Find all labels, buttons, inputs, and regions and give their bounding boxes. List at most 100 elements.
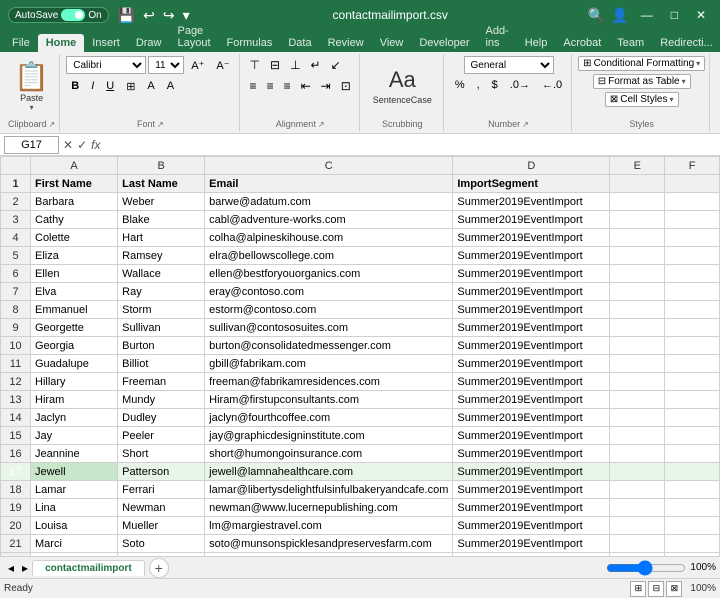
table-row[interactable]: 8EmmanuelStormestorm@contoso.comSummer20… xyxy=(1,301,720,319)
cell-7-D[interactable]: Summer2019EventImport xyxy=(453,283,610,301)
cell-19-D[interactable]: Summer2019EventImport xyxy=(453,499,610,517)
cell-1-C[interactable]: Email xyxy=(205,175,453,193)
wrap-text-button[interactable]: ↵ xyxy=(307,56,325,74)
cell-18-F[interactable] xyxy=(665,481,720,499)
tab-home[interactable]: Home xyxy=(38,34,85,52)
row-number-5[interactable]: 5 xyxy=(1,247,31,265)
cell-8-D[interactable]: Summer2019EventImport xyxy=(453,301,610,319)
cell-15-F[interactable] xyxy=(665,427,720,445)
cell-6-D[interactable]: Summer2019EventImport xyxy=(453,265,610,283)
cell-6-E[interactable] xyxy=(610,265,665,283)
cell-10-D[interactable]: Summer2019EventImport xyxy=(453,337,610,355)
conditional-formatting-button[interactable]: ⊞ Conditional Formatting ▾ xyxy=(578,56,705,71)
cell-13-F[interactable] xyxy=(665,391,720,409)
row-number-11[interactable]: 11 xyxy=(1,355,31,373)
add-sheet-button[interactable]: + xyxy=(149,558,169,578)
cell-19-C[interactable]: newman@www.lucernepublishing.com xyxy=(205,499,453,517)
page-break-view-btn[interactable]: ⊠ xyxy=(666,581,682,597)
orientation-button[interactable]: ↙ xyxy=(327,56,345,74)
tab-add-ins[interactable]: Add-ins xyxy=(477,22,516,52)
cell-ref-input[interactable] xyxy=(4,136,59,154)
table-row[interactable]: 19LinaNewmannewman@www.lucernepublishing… xyxy=(1,499,720,517)
row-number-3[interactable]: 3 xyxy=(1,211,31,229)
cell-2-C[interactable]: barwe@adatum.com xyxy=(205,193,453,211)
tab-data[interactable]: Data xyxy=(280,34,319,52)
minimize-button[interactable]: — xyxy=(635,6,659,24)
cell-21-E[interactable] xyxy=(610,535,665,553)
cells-button[interactable]: ⊞ Cells xyxy=(716,67,720,106)
format-as-table-button[interactable]: ⊟ Format as Table ▾ xyxy=(593,74,691,89)
table-row[interactable]: 16JeannineShortshort@humongoinsurance.co… xyxy=(1,445,720,463)
cell-10-E[interactable] xyxy=(610,337,665,355)
cell-12-B[interactable]: Freeman xyxy=(118,373,205,391)
cell-22-E[interactable] xyxy=(610,553,665,557)
scroll-tabs-left[interactable]: ◂ xyxy=(4,559,18,577)
row-number-13[interactable]: 13 xyxy=(1,391,31,409)
cell-2-D[interactable]: Summer2019EventImport xyxy=(453,193,610,211)
row-number-10[interactable]: 10 xyxy=(1,337,31,355)
cell-1-E[interactable] xyxy=(610,175,665,193)
cell-8-C[interactable]: estorm@contoso.com xyxy=(205,301,453,319)
cell-7-E[interactable] xyxy=(610,283,665,301)
cell-11-A[interactable]: Guadalupe xyxy=(31,355,118,373)
row-number-4[interactable]: 4 xyxy=(1,229,31,247)
cell-21-C[interactable]: soto@munsonspicklesandpreservesfarm.com xyxy=(205,535,453,553)
row-number-15[interactable]: 15 xyxy=(1,427,31,445)
font-expand-icon[interactable]: ↗ xyxy=(157,120,164,129)
cell-5-C[interactable]: elra@bellowscollege.com xyxy=(205,247,453,265)
cell-18-A[interactable]: Lamar xyxy=(31,481,118,499)
italic-button[interactable]: I xyxy=(86,77,99,95)
font-name-select[interactable]: Calibri xyxy=(66,56,146,74)
cell-2-E[interactable] xyxy=(610,193,665,211)
alignment-expand-icon[interactable]: ↗ xyxy=(318,120,325,129)
cell-22-C[interactable]: mb@nodpublishers.com xyxy=(205,553,453,557)
autosave-toggle-switch[interactable] xyxy=(61,9,85,21)
cell-13-B[interactable]: Mundy xyxy=(118,391,205,409)
tab-team[interactable]: Team xyxy=(609,34,652,52)
table-dropdown-arrow[interactable]: ▾ xyxy=(682,77,686,86)
cell-20-F[interactable] xyxy=(665,517,720,535)
cell-7-B[interactable]: Ray xyxy=(118,283,205,301)
cell-1-F[interactable] xyxy=(665,175,720,193)
cell-3-F[interactable] xyxy=(665,211,720,229)
cell-20-C[interactable]: lm@margiestravel.com xyxy=(205,517,453,535)
cell-4-C[interactable]: colha@alpineskihouse.com xyxy=(205,229,453,247)
cell-11-C[interactable]: gbill@fabrikam.com xyxy=(205,355,453,373)
increase-decimal-button[interactable]: .0→ xyxy=(505,76,535,94)
underline-button[interactable]: U xyxy=(101,77,119,95)
close-button[interactable]: ✕ xyxy=(690,6,712,24)
cell-18-B[interactable]: Ferrari xyxy=(118,481,205,499)
cell-9-C[interactable]: sullivan@contososuites.com xyxy=(205,319,453,337)
formula-insert-icon[interactable]: fx xyxy=(91,138,100,152)
cell-10-A[interactable]: Georgia xyxy=(31,337,118,355)
cell-3-A[interactable]: Cathy xyxy=(31,211,118,229)
cell-21-A[interactable]: Marci xyxy=(31,535,118,553)
col-header-b[interactable]: B xyxy=(118,157,205,175)
cell-2-A[interactable]: Barbara xyxy=(31,193,118,211)
percent-button[interactable]: % xyxy=(450,76,470,94)
search-icon[interactable]: 🔍 xyxy=(588,7,605,24)
cell-17-F[interactable] xyxy=(665,463,720,481)
col-header-c[interactable]: C xyxy=(205,157,453,175)
increase-font-btn[interactable]: A⁺ xyxy=(186,56,209,74)
cell-15-D[interactable]: Summer2019EventImport xyxy=(453,427,610,445)
align-center-button[interactable]: ≡ xyxy=(263,77,278,95)
tab-view[interactable]: View xyxy=(372,34,412,52)
number-expand-icon[interactable]: ↗ xyxy=(522,120,529,129)
cell-22-F[interactable] xyxy=(665,553,720,557)
cell-16-B[interactable]: Short xyxy=(118,445,205,463)
cell-11-E[interactable] xyxy=(610,355,665,373)
table-row[interactable]: 1First NameLast NameEmailImportSegment xyxy=(1,175,720,193)
clipboard-expand-icon[interactable]: ↗ xyxy=(49,120,56,129)
cell-8-B[interactable]: Storm xyxy=(118,301,205,319)
cell-3-B[interactable]: Blake xyxy=(118,211,205,229)
cell-14-F[interactable] xyxy=(665,409,720,427)
table-row[interactable]: 11GuadalupeBilliotgbill@fabrikam.comSumm… xyxy=(1,355,720,373)
cell-13-E[interactable] xyxy=(610,391,665,409)
cell-4-E[interactable] xyxy=(610,229,665,247)
cell-19-E[interactable] xyxy=(610,499,665,517)
cell-5-A[interactable]: Eliza xyxy=(31,247,118,265)
font-color-button[interactable]: A xyxy=(162,77,179,95)
normal-view-btn[interactable]: ⊞ xyxy=(630,581,646,597)
cell-4-A[interactable]: Colette xyxy=(31,229,118,247)
